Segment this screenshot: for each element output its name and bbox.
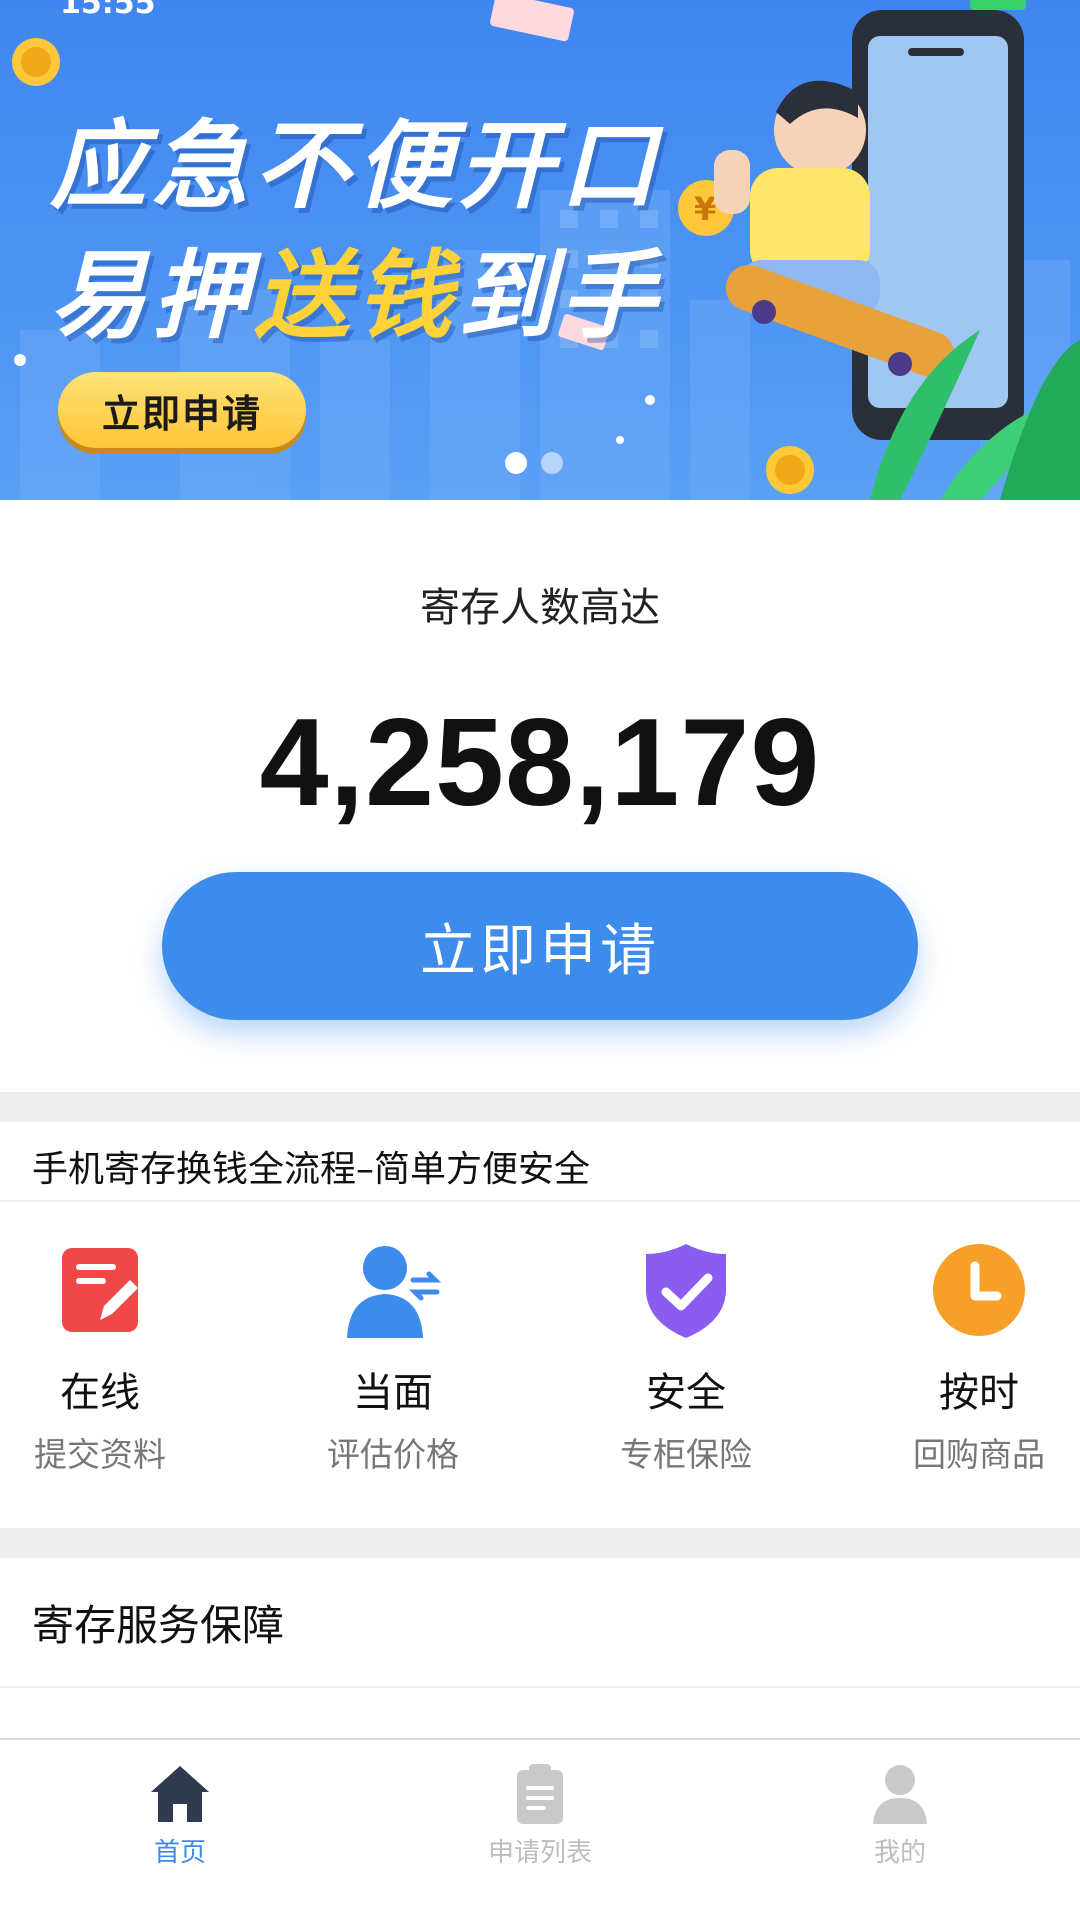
banner-headline-line1: 应急不便开口: [50, 110, 662, 222]
headline-highlight: 送钱: [254, 240, 458, 352]
section-divider: [0, 1092, 1080, 1122]
step-subtitle: 回购商品: [913, 1435, 1045, 1474]
section-divider: [0, 1528, 1080, 1558]
app-screen: ¥ 15:55 应急不便开口 易押送钱到手 立即申请 寄存人数高达 4,258,…: [0, 0, 1080, 1920]
home-icon: [151, 1766, 209, 1822]
step-subtitle: 评估价格: [327, 1435, 459, 1474]
clock-icon: [933, 1244, 1025, 1336]
user-exchange-icon: [347, 1246, 442, 1338]
status-bar-time: 15:55: [60, 0, 156, 21]
svg-text:¥: ¥: [694, 190, 716, 228]
tab-label: 首页: [153, 1838, 206, 1868]
apply-now-button[interactable]: 立即申请: [162, 872, 918, 1020]
process-step-safety: 安全 专柜保险: [576, 1240, 796, 1476]
step-title: 在线: [60, 1370, 140, 1416]
banner-headline-line2: 易押送钱到手: [50, 218, 662, 357]
step-subtitle: 提交资料: [34, 1435, 166, 1474]
carousel-indicator[interactable]: [505, 452, 563, 474]
tab-my-profile[interactable]: 我的: [800, 1760, 1000, 1869]
process-steps: 在线 提交资料 当面 评估价格 安全 专柜保险 按时 回购商品: [0, 1240, 1080, 1480]
carousel-dot-2[interactable]: [541, 452, 563, 474]
user-profile-icon: [873, 1765, 927, 1824]
tab-application-list[interactable]: 申请列表: [440, 1760, 640, 1869]
step-title: 安全: [646, 1370, 726, 1416]
headline-part-c: 到手: [458, 240, 662, 352]
process-step-face-to-face: 当面 评估价格: [283, 1240, 503, 1476]
headline-part-a: 易押: [50, 240, 254, 352]
edit-document-icon: [62, 1248, 138, 1332]
tab-home[interactable]: 首页: [80, 1760, 280, 1869]
process-section-title: 手机寄存换钱全流程–简单方便安全: [32, 1149, 591, 1190]
banner-apply-button[interactable]: 立即申请: [58, 372, 306, 448]
service-guarantee-title[interactable]: 寄存服务保障: [32, 1592, 284, 1653]
clipboard-list-icon: [517, 1764, 563, 1824]
deposit-count-value: 4,258,179: [259, 694, 821, 832]
divider-line: [0, 1200, 1080, 1202]
tab-label: 申请列表: [487, 1838, 592, 1868]
divider-line: [0, 1686, 1080, 1688]
step-subtitle: 专柜保险: [620, 1435, 752, 1474]
carousel-dot-1[interactable]: [505, 452, 527, 474]
step-title: 按时: [939, 1370, 1019, 1416]
process-step-online: 在线 提交资料: [0, 1240, 210, 1476]
bottom-tab-bar: 首页 申请列表 我的: [0, 1738, 1080, 1920]
deposit-count-label: 寄存人数高达: [420, 585, 660, 631]
step-title: 当面: [353, 1370, 433, 1416]
process-step-on-time: 按时 回购商品: [869, 1240, 1080, 1476]
shield-check-icon: [646, 1244, 726, 1338]
tab-label: 我的: [873, 1838, 926, 1868]
promo-banner[interactable]: ¥ 15:55 应急不便开口 易押送钱到手 立即申请: [0, 0, 1080, 500]
